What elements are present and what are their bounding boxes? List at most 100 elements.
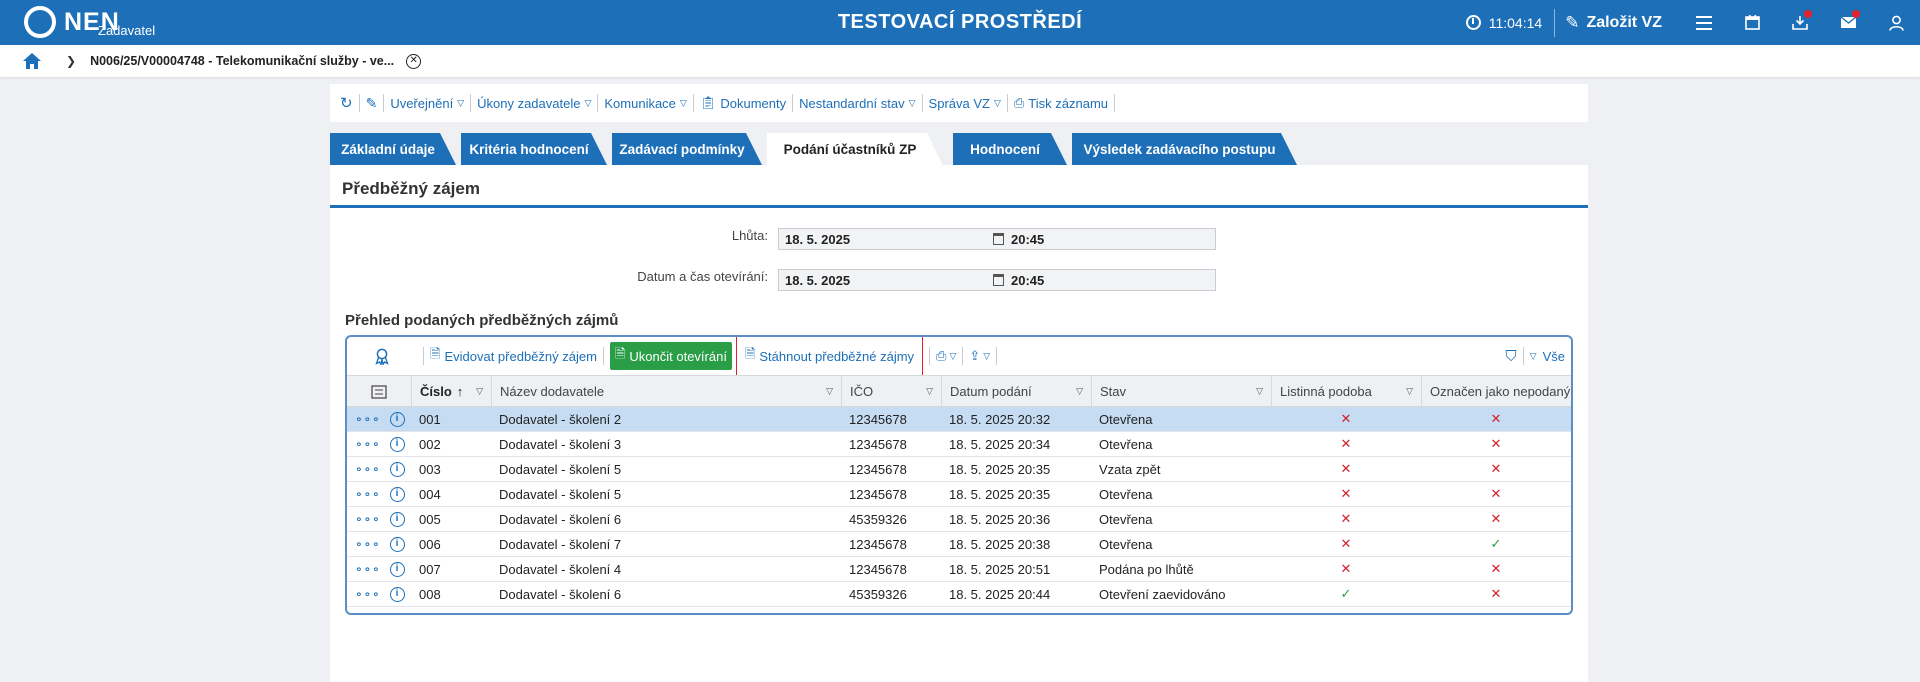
cell-paper-mark: ✕ <box>1340 561 1352 576</box>
communication-menu[interactable]: Komunikace ▽ <box>604 96 686 111</box>
refresh-icon[interactable]: ↻ <box>340 94 353 112</box>
info-icon[interactable]: i <box>389 511 405 527</box>
mail-icon[interactable] <box>1824 0 1872 45</box>
download-icon[interactable] <box>1776 0 1824 45</box>
breadcrumb-current[interactable]: N006/25/V00004748 - Telekomunikační služ… <box>90 54 394 68</box>
cell-undelivered-mark: ✕ <box>1490 586 1502 601</box>
info-icon[interactable]: i <box>389 561 405 577</box>
tab-submissions[interactable]: Podání účastníků ZP <box>767 133 943 166</box>
deadline-field[interactable]: 18. 5. 2025 20:45 <box>778 228 1216 250</box>
communication-label: Komunikace <box>604 95 676 111</box>
filter-chevron-icon[interactable]: ▽ <box>476 386 483 397</box>
user-icon[interactable] <box>1872 0 1920 45</box>
documents-button[interactable]: 📋︎ Dokumenty <box>700 95 786 111</box>
table-row[interactable]: ∘∘∘ i 003 Dodavatel - školení 5 12345678 18. … <box>347 457 1571 482</box>
info-icon[interactable]: i <box>389 411 405 427</box>
info-icon[interactable]: i <box>389 486 405 502</box>
panel-title: Předběžný zájem <box>342 179 480 198</box>
record-interest-button[interactable]: 🗎︎ Evidovat předběžný zájem <box>430 345 597 367</box>
column-number-label: Číslo <box>420 384 452 399</box>
menu-icon[interactable] <box>1680 0 1728 45</box>
more-options-icon[interactable]: ∘∘∘ <box>355 412 381 426</box>
divider <box>962 347 964 365</box>
cell-number: 001 <box>419 411 441 427</box>
filter-chevron-icon[interactable]: ▽ <box>1076 386 1083 397</box>
more-options-icon[interactable]: ∘∘∘ <box>355 462 381 476</box>
cell-state: Vzata zpět <box>1099 461 1161 477</box>
table-row[interactable]: ∘∘∘ i 004 Dodavatel - školení 5 12345678 18. … <box>347 482 1571 507</box>
row-actions: ∘∘∘ i <box>347 457 411 481</box>
cell-number: 003 <box>419 461 441 477</box>
info-icon[interactable]: i <box>389 536 405 552</box>
home-icon[interactable] <box>22 52 42 70</box>
cell-date: 18. 5. 2025 20:35 <box>949 486 1051 502</box>
calendar-icon[interactable] <box>1728 0 1776 45</box>
chevron-down-icon: ▽ <box>983 350 991 361</box>
edit-icon: ✎ <box>1565 12 1580 32</box>
column-paper[interactable]: Listinná podoba ▽ <box>1271 376 1421 407</box>
column-settings-icon[interactable] <box>347 376 411 407</box>
tab-result[interactable]: Výsledek zadávacího postupu <box>1072 133 1297 165</box>
calendar-icon[interactable] <box>993 233 1004 245</box>
info-icon[interactable]: i <box>389 586 405 602</box>
cell-ico: 12345678 <box>849 411 907 427</box>
column-state-label: Stav <box>1100 384 1127 399</box>
documents-label: Dokumenty <box>720 95 787 111</box>
cell-number: 004 <box>419 486 441 502</box>
filter-chevron-icon[interactable]: ▽ <box>1406 386 1413 397</box>
info-icon[interactable]: i <box>389 436 405 452</box>
more-options-icon[interactable]: ∘∘∘ <box>355 587 381 601</box>
tab-basic-info[interactable]: Základní údaje <box>330 133 456 165</box>
create-contract-button[interactable]: ✎ Založit VZ <box>1565 13 1662 33</box>
session-clock: 11:04:14 <box>1465 15 1542 31</box>
breadcrumb: ❯ N006/25/V00004748 - Telekomunikační sl… <box>0 45 1920 77</box>
column-date[interactable]: Datum podání ▽ <box>941 376 1091 407</box>
calendar-icon[interactable] <box>993 274 1004 286</box>
table-row[interactable]: ∘∘∘ i 001 Dodavatel - školení 2 12345678 18. … <box>347 407 1571 432</box>
column-number[interactable]: Číslo ↑ ▽ <box>411 376 491 407</box>
more-options-icon[interactable]: ∘∘∘ <box>355 562 381 576</box>
filter-icon[interactable]: ⛉ <box>1505 348 1516 365</box>
tab-evaluation-criteria[interactable]: Kritéria hodnocení <box>461 133 607 165</box>
info-icon[interactable]: i <box>389 461 405 477</box>
nonstandard-menu[interactable]: Nestandardní stav ▽ <box>799 96 915 111</box>
more-options-icon[interactable]: ∘∘∘ <box>355 537 381 551</box>
table-row[interactable]: ∘∘∘ i 005 Dodavatel - školení 6 45359326 18. … <box>347 507 1571 532</box>
filter-chevron-icon[interactable]: ▽ <box>826 386 833 397</box>
opening-field[interactable]: 18. 5. 2025 20:45 <box>778 269 1216 291</box>
column-supplier[interactable]: Název dodavatele ▽ <box>491 376 841 407</box>
more-options-icon[interactable]: ∘∘∘ <box>355 512 381 526</box>
column-ico[interactable]: IČO ▽ <box>841 376 941 407</box>
deadline-time: 20:45 <box>1011 231 1045 247</box>
publish-menu[interactable]: Uveřejnění ▽ <box>390 96 464 111</box>
cell-undelivered-mark: ✕ <box>1490 436 1502 451</box>
print-record-button[interactable]: ⎙ Tisk záznamu <box>1014 95 1108 111</box>
table-row[interactable]: ∘∘∘ i 002 Dodavatel - školení 3 12345678 18. … <box>347 432 1571 457</box>
edit-icon[interactable]: ✎ <box>366 95 378 112</box>
more-options-icon[interactable]: ∘∘∘ <box>355 437 381 451</box>
document-icon: 🗎︎ <box>614 346 626 361</box>
table-row[interactable]: ∘∘∘ i 006 Dodavatel - školení 7 12345678 18. … <box>347 532 1571 557</box>
management-menu[interactable]: Správa VZ ▽ <box>929 96 1001 111</box>
tab-evaluation[interactable]: Hodnocení <box>953 133 1067 165</box>
award-icon[interactable] <box>347 348 417 365</box>
column-supplier-label: Název dodavatele <box>500 384 605 399</box>
finish-opening-button[interactable]: 🗎︎ Ukončit otevírání <box>609 342 732 370</box>
filter-chevron-icon[interactable]: ▽ <box>1256 386 1263 397</box>
close-icon[interactable]: ✕ <box>406 53 422 69</box>
column-undelivered[interactable]: Označen jako nepodaný <box>1421 376 1571 407</box>
table-row[interactable]: ∘∘∘ i 007 Dodavatel - školení 4 12345678 18. … <box>347 557 1571 582</box>
more-options-icon[interactable]: ∘∘∘ <box>355 487 381 501</box>
filter-chevron-icon[interactable]: ▽ <box>926 386 933 397</box>
cell-paper-mark: ✕ <box>1340 486 1352 501</box>
export-menu[interactable]: ⇪ ▽ <box>969 348 990 364</box>
view-filter-menu[interactable]: ▽ Vše <box>1530 349 1565 364</box>
tab-tender-conditions[interactable]: Zadávací podmínky <box>612 133 762 165</box>
acts-menu[interactable]: Úkony zadavatele ▽ <box>477 96 591 111</box>
download-interests-button[interactable]: 🗎︎ Stáhnout předběžné zájmy <box>735 337 924 377</box>
cell-number: 006 <box>419 536 441 552</box>
divider <box>792 94 794 112</box>
column-state[interactable]: Stav ▽ <box>1091 376 1271 407</box>
print-menu[interactable]: ⎙ ▽ <box>936 348 956 364</box>
table-row[interactable]: ∘∘∘ i 008 Dodavatel - školení 6 45359326 18. … <box>347 582 1571 607</box>
